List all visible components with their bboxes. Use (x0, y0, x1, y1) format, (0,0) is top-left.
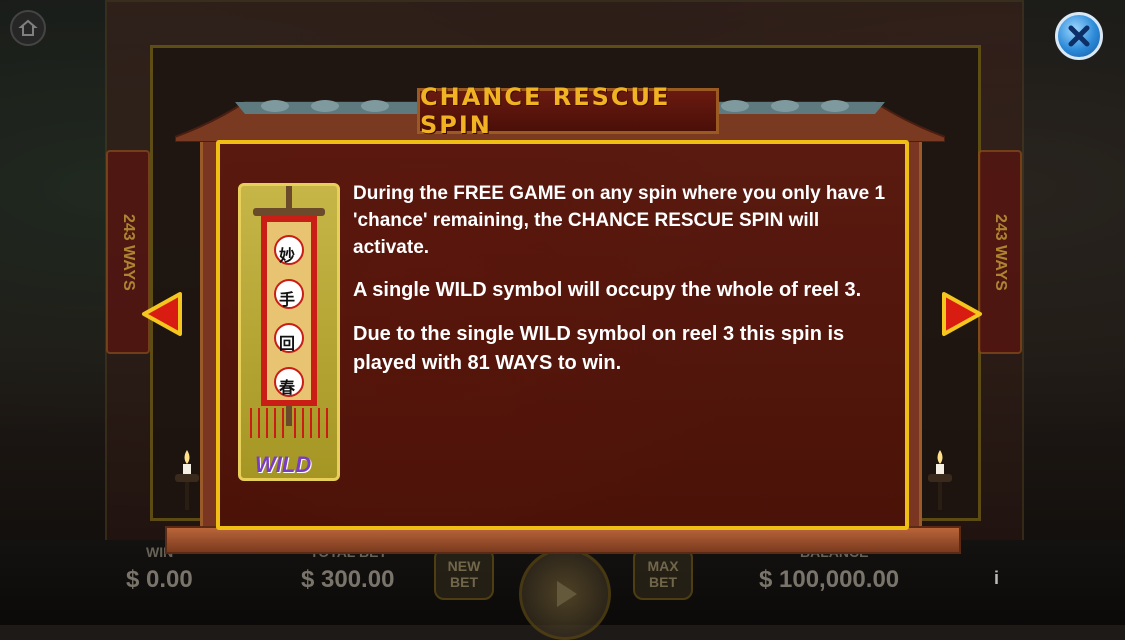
play-icon (557, 581, 577, 607)
ways-banner-right: 243 WAYS (978, 150, 1022, 354)
wild-symbol: 妙 手 回 春 WILD (238, 183, 340, 481)
max-bet-button[interactable]: MAX BET (633, 548, 693, 600)
paragraph-3: Due to the single WILD symbol on reel 3 … (353, 323, 845, 374)
max-bet-label: MAX BET (647, 558, 679, 590)
title-plaque: CHANCE RESCUE SPIN (417, 83, 719, 139)
ways-banner-text: 243 WAYS (992, 213, 1009, 291)
wild-char-1: 妙 (279, 246, 296, 265)
win-value: $ 0.00 (126, 566, 193, 593)
wild-char-4: 春 (279, 378, 296, 397)
new-bet-label: NEW BET (447, 558, 481, 590)
paragraph-1: During the FREE GAME on any spin where y… (353, 183, 886, 258)
paragraph-2: A single WILD symbol will occupy the who… (353, 279, 862, 301)
close-icon (1068, 25, 1090, 47)
balance-value: $ 100,000.00 (759, 566, 900, 593)
triangle-left-icon (142, 292, 182, 336)
info-button[interactable]: i (994, 568, 999, 589)
home-button[interactable] (10, 10, 46, 46)
home-icon (18, 19, 38, 36)
total-bet-value: $ 300.00 (301, 566, 395, 593)
spin-button[interactable] (519, 548, 611, 640)
description-text: During the FREE GAME on any spin where y… (353, 180, 893, 393)
popup-base (165, 526, 961, 554)
triangle-right-icon (942, 292, 982, 336)
wild-char-2: 手 (279, 290, 296, 309)
candle-left (175, 450, 199, 510)
popup-title: CHANCE RESCUE SPIN (420, 83, 671, 139)
candle-right (928, 450, 952, 510)
new-bet-button[interactable]: NEW BET (434, 548, 494, 600)
next-page-button[interactable] (940, 290, 984, 338)
prev-page-button[interactable] (140, 290, 184, 338)
wild-char-3: 回 (279, 334, 296, 353)
close-button[interactable] (1055, 12, 1103, 60)
ways-banner-text: 243 WAYS (120, 213, 137, 291)
wild-label: WILD (255, 452, 312, 477)
